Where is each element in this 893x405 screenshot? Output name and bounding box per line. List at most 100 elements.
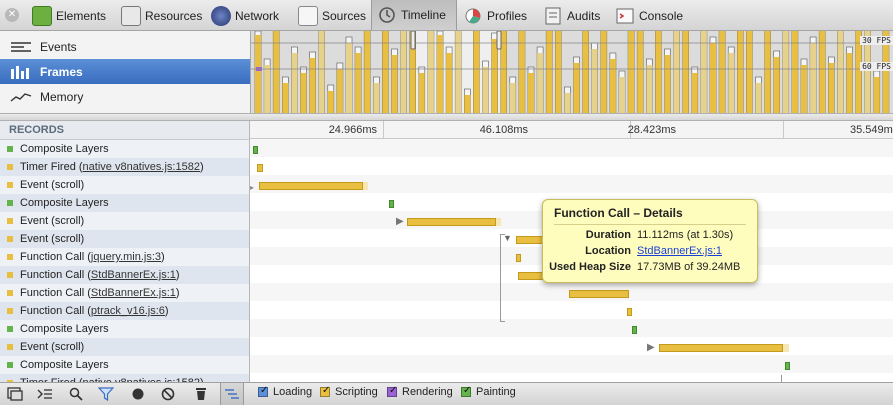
frames-icon: [10, 65, 32, 79]
scripting-checkbox-icon[interactable]: ✓: [320, 385, 330, 397]
record-bar-selected[interactable]: [569, 290, 629, 298]
location-link[interactable]: StdBannerEx.js:1: [637, 245, 722, 257]
legend-label: Rendering: [402, 386, 453, 398]
record-bar[interactable]: [257, 164, 263, 172]
frame-bar-fill: [437, 35, 443, 113]
console-toggle-icon[interactable]: [33, 383, 57, 405]
painting-category-icon: [7, 200, 13, 206]
record-bar[interactable]: [407, 218, 496, 226]
clear-icon[interactable]: [156, 383, 180, 405]
record-row[interactable]: Composite Layers: [0, 194, 249, 212]
frame-bar-fill: [591, 49, 598, 113]
record-source-link[interactable]: jquery.min.js:3: [91, 248, 161, 266]
overview-splitter[interactable]: [0, 113, 893, 121]
record-row[interactable]: Event (scroll): [0, 230, 249, 248]
frame-bar-fill: [282, 83, 289, 113]
records-header: RECORDS: [0, 121, 249, 140]
record-label-suffix: ): [175, 287, 180, 299]
time-label: 24.966ms: [328, 124, 377, 136]
frame-bar-fill: [609, 59, 616, 113]
scripting-category-icon: [7, 254, 13, 260]
scripting-category-icon: [7, 218, 13, 224]
record-row[interactable]: Composite Layers: [0, 140, 249, 158]
record-label: Timer Fired (: [20, 161, 83, 173]
overview-mode-frames[interactable]: Frames: [0, 59, 250, 84]
expand-arrow-icon[interactable]: ▶: [396, 216, 404, 227]
frame-bar-fill: [846, 53, 853, 113]
record-label: Composite Layers: [20, 143, 109, 155]
record-row[interactable]: Function Call (StdBannerEx.js:1): [0, 284, 249, 302]
legend-painting[interactable]: ✓ Painting: [461, 385, 516, 398]
record-row[interactable]: Event (scroll): [0, 176, 249, 194]
frame-bar-fill: [773, 57, 780, 113]
record-bar[interactable]: [516, 254, 521, 262]
close-icon[interactable]: ✕: [5, 8, 19, 22]
tab-sources[interactable]: Sources: [298, 3, 366, 28]
record-icon[interactable]: [126, 383, 150, 405]
record-source-link[interactable]: StdBannerEx.js:1: [91, 284, 176, 302]
record-label-suffix: ): [175, 269, 180, 281]
overview-mode-memory[interactable]: Memory: [0, 84, 250, 109]
tab-console[interactable]: Console: [615, 3, 683, 28]
timeline-row: [250, 373, 893, 382]
rendering-checkbox-icon[interactable]: ✓: [387, 385, 397, 397]
scripting-category-icon: [7, 308, 13, 314]
overview-mode-label: Memory: [40, 89, 84, 104]
record-row[interactable]: Function Call (jquery.min.js:3): [0, 248, 249, 266]
tab-timeline[interactable]: Timeline: [371, 0, 457, 30]
record-row[interactable]: Function Call (StdBannerEx.js:1): [0, 266, 249, 284]
record-row[interactable]: Timer Fired (native v8natives.js:1582): [0, 158, 249, 176]
frame-bar-fill: [491, 39, 498, 113]
loading-checkbox-icon[interactable]: ✓: [258, 385, 268, 397]
legend-rendering[interactable]: ✓ Rendering: [387, 385, 453, 398]
painting-checkbox-icon[interactable]: ✓: [461, 385, 471, 397]
expand-arrow-icon[interactable]: ▶: [647, 342, 655, 353]
record-row[interactable]: Function Call (ptrack_v16.js:6): [0, 302, 249, 320]
tab-elements[interactable]: Elements: [32, 3, 106, 28]
record-row[interactable]: Composite Layers: [0, 320, 249, 338]
legend-label: Scripting: [335, 386, 378, 398]
garbage-collect-icon[interactable]: [189, 383, 213, 405]
frames-overview-graph[interactable]: 30 FPS 60 FPS: [250, 31, 893, 113]
window-left-handle[interactable]: [410, 31, 416, 50]
record-bar[interactable]: [259, 182, 363, 190]
record-row[interactable]: Timer Fired (native v8natives.js:1582): [0, 374, 249, 382]
frame-bar-fill: [355, 53, 362, 113]
record-row[interactable]: Event (scroll): [0, 212, 249, 230]
filter-icon[interactable]: [94, 383, 118, 405]
record-source-link[interactable]: native v8natives.js:1582: [83, 158, 200, 176]
tab-network[interactable]: Network: [211, 3, 279, 28]
tab-profiles[interactable]: Profiles: [463, 3, 527, 28]
tab-audits[interactable]: Audits: [543, 3, 600, 28]
collapse-arrow-icon[interactable]: ▼: [503, 233, 512, 243]
record-row[interactable]: Composite Layers: [0, 356, 249, 374]
dock-icon[interactable]: [3, 383, 27, 405]
record-source-link[interactable]: StdBannerEx.js:1: [91, 266, 176, 284]
record-bar[interactable]: [632, 326, 637, 334]
fps-30-label: 30 FPS: [860, 36, 893, 45]
record-bar[interactable]: [389, 200, 394, 208]
overview-mode-events[interactable]: Events: [0, 34, 250, 59]
legend-loading[interactable]: ✓ Loading: [258, 385, 312, 398]
window-right-handle[interactable]: [496, 31, 502, 50]
frame-bar-fill: [537, 53, 544, 113]
timeline-row: [250, 319, 893, 337]
record-bar[interactable]: [659, 344, 783, 352]
record-label: Composite Layers: [20, 323, 109, 335]
record-bar[interactable]: [785, 362, 790, 370]
glue-records-icon[interactable]: [220, 383, 244, 405]
frame-bar-fill: [336, 69, 343, 113]
tab-resources[interactable]: Resources: [121, 3, 202, 28]
record-bar[interactable]: [253, 146, 258, 154]
record-row[interactable]: Event (scroll): [0, 338, 249, 356]
legend-scripting[interactable]: ✓ Scripting: [320, 385, 378, 398]
search-icon[interactable]: [64, 383, 88, 405]
details-popover: Function Call – Details Duration 11.112m…: [542, 199, 758, 283]
record-label: Event (scroll): [20, 179, 85, 191]
expand-arrow-icon[interactable]: ▸: [250, 183, 254, 192]
record-bar[interactable]: [627, 308, 632, 316]
frame-bar-fill: [391, 55, 398, 113]
popover-title: Function Call – Details: [554, 206, 683, 220]
record-source-link[interactable]: ptrack_v16.js:6: [91, 302, 165, 320]
record-bar-tail: [783, 344, 789, 352]
